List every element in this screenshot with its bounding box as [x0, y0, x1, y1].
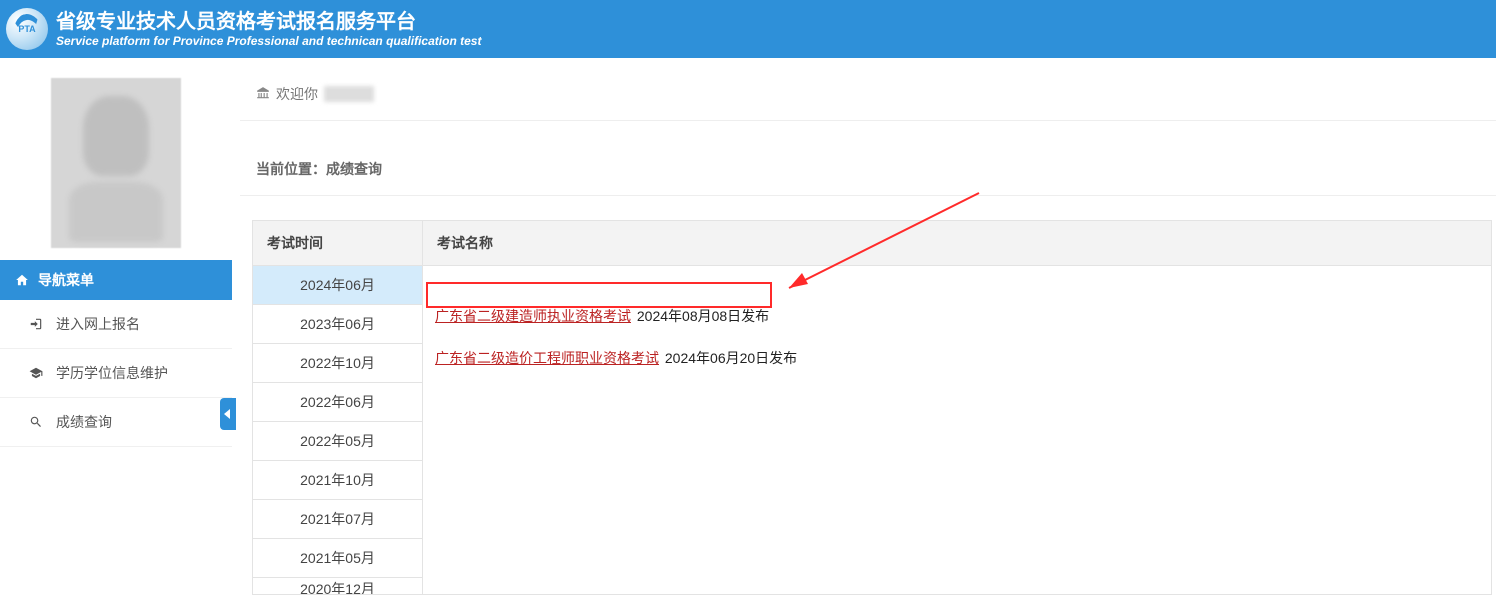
logo-text: PTA: [18, 24, 35, 34]
menu-item-education[interactable]: 学历学位信息维护: [0, 349, 232, 398]
exam-publish-date: 2024年06月20日发布: [661, 350, 797, 366]
time-list-item[interactable]: 2020年12月: [253, 578, 422, 594]
col-header-name: 考试名称: [423, 221, 1492, 266]
exam-list: 广东省二级建造师执业资格考试 2024年08月08日发布广东省二级造价工程师职业…: [435, 306, 1479, 368]
menu-item-register[interactable]: 进入网上报名: [0, 300, 232, 349]
user-avatar: [51, 78, 181, 248]
time-list-item[interactable]: 2022年10月: [253, 344, 422, 383]
breadcrumb: 当前位置：成绩查询: [240, 145, 1496, 196]
welcome-username-redacted: [324, 86, 374, 102]
menu-item-score-query[interactable]: 成绩查询: [0, 398, 232, 447]
search-icon: [28, 415, 44, 429]
menu-item-label: 学历学位信息维护: [56, 363, 168, 383]
login-icon: [28, 317, 44, 331]
exam-line: 广东省二级建造师执业资格考试 2024年08月08日发布: [435, 306, 1479, 326]
header-titles: 省级专业技术人员资格考试报名服务平台 Service platform for …: [56, 10, 481, 48]
exam-publish-date: 2024年08月08日发布: [633, 308, 769, 324]
result-table: 考试时间 考试名称 2024年06月2023年06月2022年10月2022年0…: [252, 220, 1492, 595]
header-title-cn: 省级专业技术人员资格考试报名服务平台: [56, 10, 481, 34]
welcome-prefix: 欢迎你: [276, 84, 318, 104]
menu-item-label: 进入网上报名: [56, 314, 140, 334]
time-list-item[interactable]: 2021年05月: [253, 539, 422, 578]
welcome-bar: 欢迎你: [240, 70, 1496, 121]
sidebar-collapse-handle[interactable]: [220, 398, 236, 430]
time-list-item[interactable]: 2023年06月: [253, 305, 422, 344]
pta-logo-icon: PTA: [6, 8, 48, 50]
time-list-item[interactable]: 2022年06月: [253, 383, 422, 422]
top-header: PTA 省级专业技术人员资格考试报名服务平台 Service platform …: [0, 0, 1496, 58]
header-title-en: Service platform for Province Profession…: [56, 34, 481, 48]
breadcrumb-label: 当前位置：: [256, 161, 326, 177]
menu-item-label: 成绩查询: [56, 412, 112, 432]
menu-header-label: 导航菜单: [38, 270, 94, 290]
graduation-icon: [28, 366, 44, 380]
bank-icon: [256, 86, 270, 103]
exam-link[interactable]: 广东省二级造价工程师职业资格考试: [435, 350, 659, 366]
time-list-item[interactable]: 2024年06月: [253, 266, 422, 305]
home-icon: [14, 273, 30, 287]
avatar-wrap: [0, 58, 232, 260]
time-list: 2024年06月2023年06月2022年10月2022年06月2022年05月…: [253, 266, 422, 594]
result-table-wrap: 考试时间 考试名称 2024年06月2023年06月2022年10月2022年0…: [252, 220, 1496, 595]
time-list-item[interactable]: 2022年05月: [253, 422, 422, 461]
sidebar: 导航菜单 进入网上报名 学历学位信息维护 成绩查询: [0, 58, 232, 595]
exam-link[interactable]: 广东省二级建造师执业资格考试: [435, 308, 631, 324]
time-list-item[interactable]: 2021年07月: [253, 500, 422, 539]
breadcrumb-current: 成绩查询: [326, 161, 382, 177]
exam-line: 广东省二级造价工程师职业资格考试 2024年06月20日发布: [435, 348, 1479, 368]
time-col: 2024年06月2023年06月2022年10月2022年06月2022年05月…: [253, 266, 423, 595]
content-area: 欢迎你 当前位置：成绩查询 考试时间 考试名称 2024年06月2023年06月…: [232, 58, 1496, 595]
col-header-time: 考试时间: [253, 221, 423, 266]
menu-header: 导航菜单: [0, 260, 232, 300]
name-col: 广东省二级建造师执业资格考试 2024年08月08日发布广东省二级造价工程师职业…: [423, 266, 1492, 595]
time-list-item[interactable]: 2021年10月: [253, 461, 422, 500]
